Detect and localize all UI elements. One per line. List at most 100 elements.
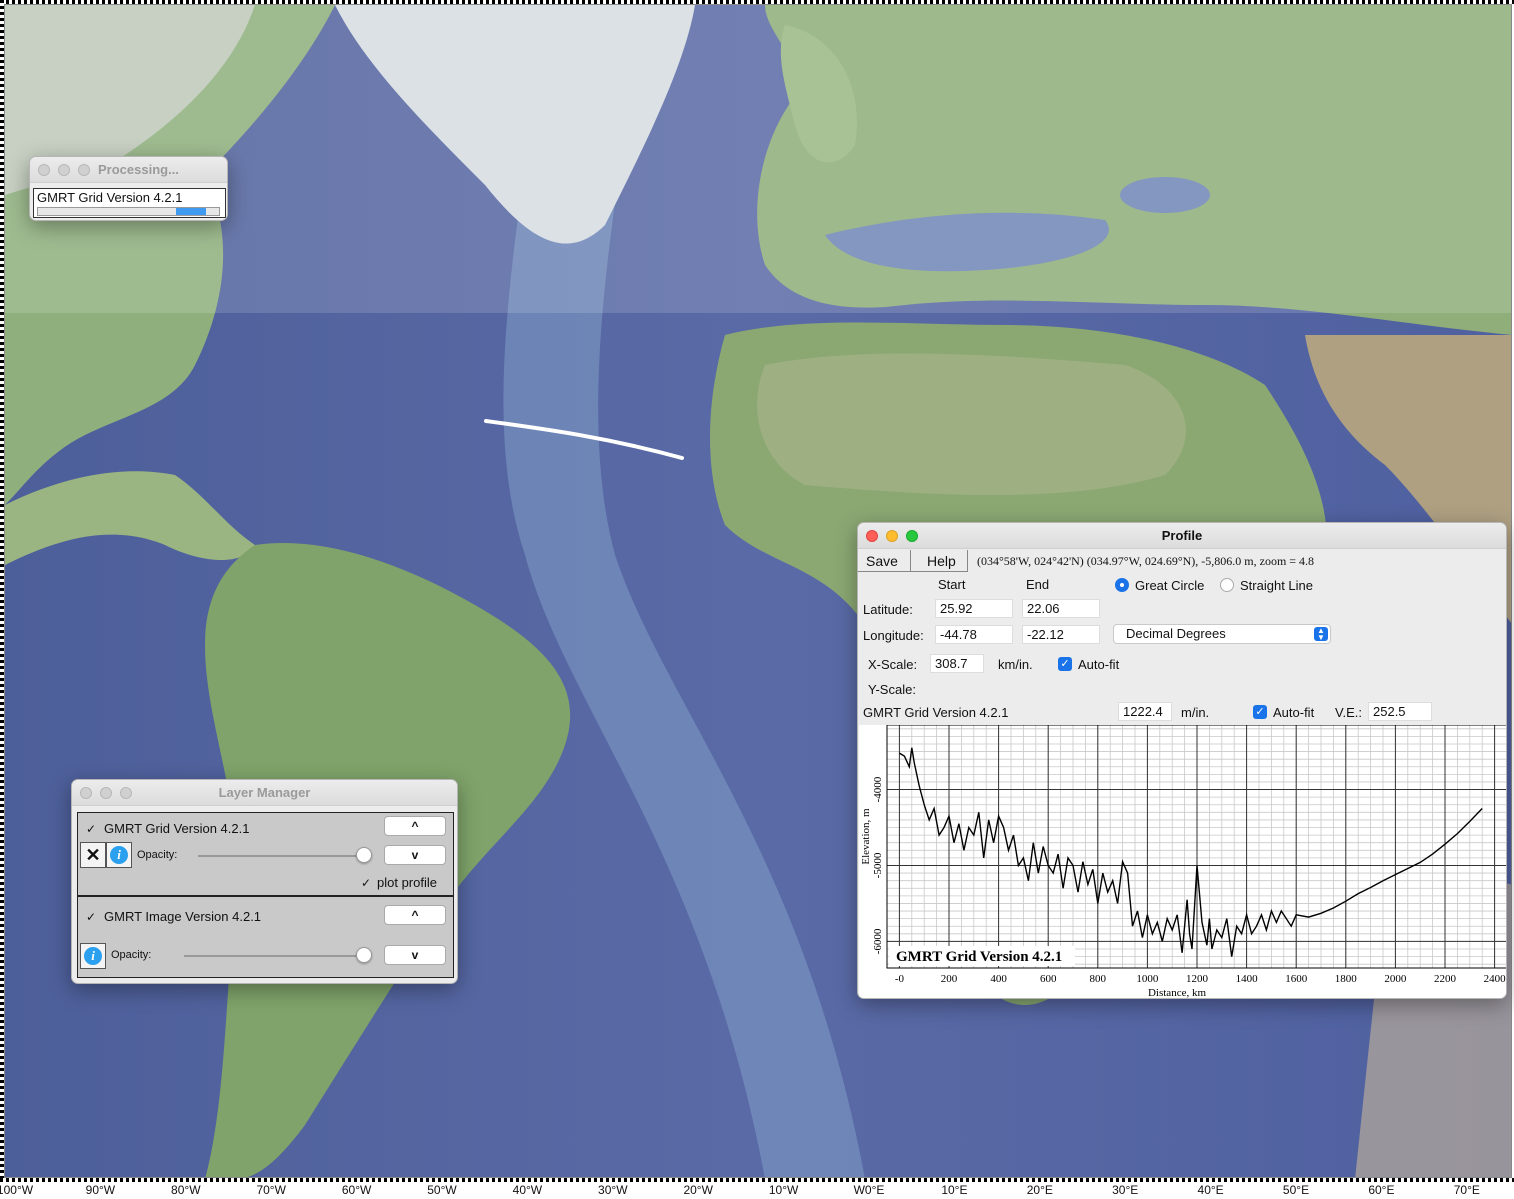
longitude-label: Longitude: xyxy=(863,628,924,643)
yscale-field[interactable]: 1222.4 xyxy=(1118,702,1172,721)
layer-info-button[interactable]: i xyxy=(80,943,106,969)
profile-menubar: Save Help (034°58'W, 024°42'N) (034.97°W… xyxy=(858,550,1506,572)
longitude-tick-label: 30°E xyxy=(1112,1183,1139,1197)
y-autofit-label: Auto-fit xyxy=(1273,705,1315,720)
longitude-tick-label: 30°W xyxy=(598,1183,628,1197)
longitude-tick-label: 80°W xyxy=(171,1183,201,1197)
longitude-tick-label: 50°W xyxy=(427,1183,457,1197)
zoom-window-icon[interactable] xyxy=(78,164,90,176)
yscale-label: Y-Scale: xyxy=(868,682,916,697)
longitude-tick-label: W0°E xyxy=(853,1183,885,1197)
x-tick-label: 1800 xyxy=(1335,973,1358,985)
layer-manager-titlebar[interactable]: Layer Manager xyxy=(72,780,457,806)
xscale-unit: km/in. xyxy=(998,657,1033,672)
longitude-start-field[interactable]: -44.78 xyxy=(935,625,1013,644)
layer-name: GMRT Grid Version 4.2.1 xyxy=(104,821,250,836)
x-autofit-checkbox[interactable]: ✓ xyxy=(1058,657,1072,671)
minimize-window-icon[interactable] xyxy=(58,164,70,176)
straight-line-label: Straight Line xyxy=(1240,578,1313,593)
longitude-tick-label: 90°W xyxy=(85,1183,116,1197)
longitude-tick-label: 20°W xyxy=(683,1183,713,1197)
processing-titlebar[interactable]: Processing... xyxy=(30,157,227,183)
layer-name: GMRT Image Version 4.2.1 xyxy=(104,909,262,924)
opacity-slider-knob[interactable] xyxy=(356,847,372,863)
processing-window: Processing... GMRT Grid Version 4.2.1 xyxy=(29,156,228,221)
longitude-tick-label: 10°E xyxy=(941,1183,968,1197)
updown-chevron-icon: ▲ ▼ xyxy=(1314,627,1328,642)
x-tick-label: 2400 xyxy=(1484,973,1507,985)
opacity-label: Opacity: xyxy=(137,849,178,861)
longitude-end-field[interactable]: -22.12 xyxy=(1022,625,1100,644)
move-layer-down-button[interactable]: v xyxy=(384,845,446,865)
opacity-slider-track[interactable] xyxy=(198,855,364,857)
longitude-tick-label: 100°W xyxy=(0,1183,34,1197)
x-autofit-label: Auto-fit xyxy=(1078,657,1120,672)
longitude-tick-label: 50°E xyxy=(1282,1183,1310,1197)
longitude-tick-label: 70°W xyxy=(256,1183,286,1197)
longitude-tick-label: 60°W xyxy=(341,1183,372,1197)
info-icon: i xyxy=(110,846,128,864)
progress-bar xyxy=(37,207,220,216)
x-tick-label: -0 xyxy=(895,973,905,985)
move-layer-down-button[interactable]: v xyxy=(384,945,446,965)
x-tick-label: 800 xyxy=(1090,973,1107,985)
profile-titlebar[interactable]: Profile xyxy=(858,523,1506,549)
y-axis-label: Elevation, m xyxy=(860,808,872,865)
y-tick-label: -6000 xyxy=(872,928,884,954)
end-column-label: End xyxy=(1026,577,1050,592)
processing-title: Processing... xyxy=(98,162,179,177)
coordinate-units-select[interactable]: Decimal Degrees ▲ ▼ xyxy=(1113,624,1331,644)
straight-line-radio[interactable] xyxy=(1220,578,1234,592)
xscale-field[interactable]: 308.7 xyxy=(930,654,984,673)
great-circle-label: Great Circle xyxy=(1135,578,1205,593)
x-tick-label: 1400 xyxy=(1236,973,1259,985)
opacity-slider-track[interactable] xyxy=(184,955,364,957)
layer-visible-checkbox[interactable]: ✓ xyxy=(85,823,97,835)
x-tick-label: 400 xyxy=(990,973,1007,985)
latitude-end-field[interactable]: 22.06 xyxy=(1022,599,1100,618)
y-tick-label: -5000 xyxy=(872,852,884,878)
plot-profile-checkbox[interactable]: ✓ xyxy=(360,877,372,889)
help-button[interactable]: Help xyxy=(911,550,968,572)
great-circle-radio[interactable] xyxy=(1115,578,1129,592)
move-layer-up-button[interactable]: ^ xyxy=(384,816,446,836)
profile-window: Profile Save Help (034°58'W, 024°42'N) (… xyxy=(857,522,1507,999)
progress-fill xyxy=(175,208,207,215)
map-frame-left xyxy=(0,0,4,1199)
latitude-start-field[interactable]: 25.92 xyxy=(935,599,1013,618)
opacity-label: Opacity: xyxy=(111,949,152,961)
chart-title: GMRT Grid Version 4.2.1 xyxy=(896,949,1062,965)
ve-field[interactable]: 252.5 xyxy=(1368,702,1432,721)
move-layer-up-button[interactable]: ^ xyxy=(384,905,446,925)
y-autofit-checkbox[interactable]: ✓ xyxy=(1253,705,1267,719)
layer-row-grid: ✓ GMRT Grid Version 4.2.1 ^ ✕ i Opacity:… xyxy=(77,812,454,896)
x-tick-label: 1600 xyxy=(1285,973,1308,985)
info-icon: i xyxy=(84,947,102,965)
plot-profile-label: plot profile xyxy=(377,875,437,890)
yscale-unit: m/in. xyxy=(1181,705,1210,720)
longitude-tick-label: 70°E xyxy=(1453,1183,1480,1197)
layer-visible-checkbox[interactable]: ✓ xyxy=(85,911,97,923)
ve-label: V.E.: xyxy=(1335,705,1362,720)
opacity-slider-knob[interactable] xyxy=(356,947,372,963)
close-window-icon[interactable] xyxy=(38,164,50,176)
cursor-readout: (034°58'W, 024°42'N) (034.97°W, 024.69°N… xyxy=(977,554,1315,568)
x-tick-label: 1000 xyxy=(1136,973,1159,985)
profile-chart[interactable]: -0 200 400 600 800 1000 1200 1400 1600 1800 2000 22… xyxy=(859,724,1507,999)
start-column-label: Start xyxy=(938,577,966,592)
x-tick-label: 600 xyxy=(1040,973,1057,985)
layer-info-button[interactable]: i xyxy=(106,842,132,868)
profile-series-line xyxy=(899,747,1483,957)
remove-layer-icon[interactable]: ✕ xyxy=(80,842,106,868)
processing-task: GMRT Grid Version 4.2.1 xyxy=(33,188,226,218)
coordinate-units-value: Decimal Degrees xyxy=(1126,626,1226,641)
profile-chart-svg[interactable]: -0 200 400 600 800 1000 1200 1400 1600 1800 2000 22… xyxy=(859,724,1507,999)
save-button[interactable]: Save xyxy=(858,550,911,572)
latitude-label: Latitude: xyxy=(863,602,913,617)
layer-row-image: ✓ GMRT Image Version 4.2.1 ^ i Opacity: … xyxy=(77,896,454,978)
xscale-label: X-Scale: xyxy=(868,657,918,672)
map-frame-top xyxy=(0,0,1514,4)
longitude-tick-label: 40°W xyxy=(512,1183,543,1197)
longitude-tick-label: 20°E xyxy=(1026,1183,1053,1197)
longitude-tick-label: 60°E xyxy=(1368,1183,1395,1197)
